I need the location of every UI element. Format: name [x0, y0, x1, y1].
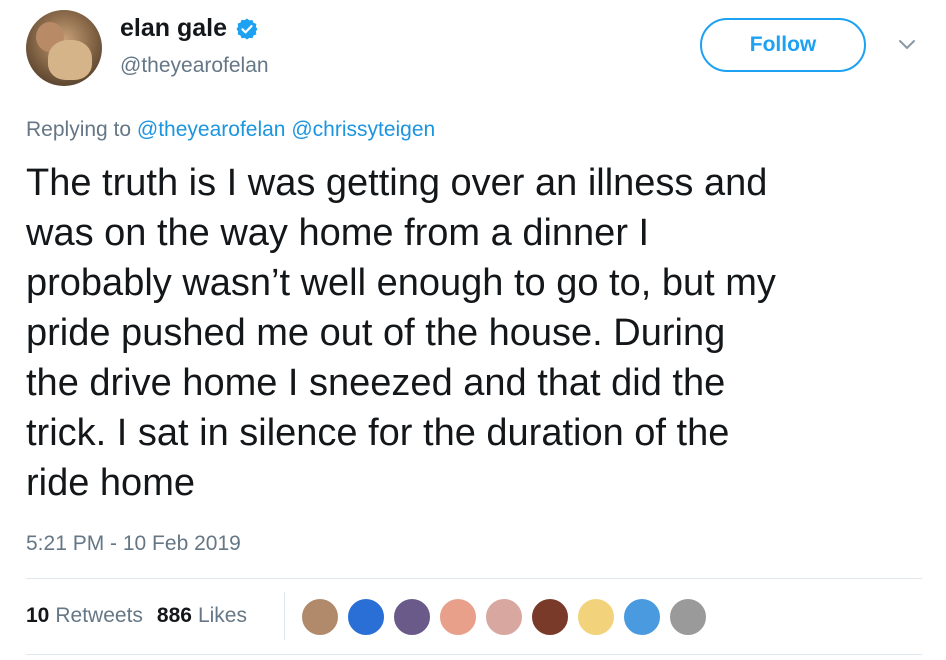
liker-avatar[interactable]: [622, 597, 662, 637]
liker-avatar[interactable]: [346, 597, 386, 637]
liker-avatar[interactable]: [576, 597, 616, 637]
liker-avatar[interactable]: [438, 597, 478, 637]
liker-avatar[interactable]: [392, 597, 432, 637]
display-name[interactable]: elan gale: [120, 14, 227, 43]
liker-avatar[interactable]: [484, 597, 524, 637]
divider: [26, 578, 922, 579]
liker-avatar[interactable]: [530, 597, 570, 637]
retweets-stat[interactable]: 10 Retweets: [26, 604, 143, 628]
user-avatar[interactable]: [26, 10, 102, 86]
retweets-count: 10: [26, 604, 50, 627]
likes-label: Likes: [197, 604, 247, 627]
tweet-stats: 10 Retweets 886 Likes: [26, 604, 261, 628]
user-handle[interactable]: @theyearofelan: [120, 54, 269, 78]
retweets-label: Retweets: [55, 604, 143, 627]
divider: [26, 654, 922, 655]
verified-badge-icon: [236, 18, 258, 39]
replying-prefix: Replying to: [26, 118, 132, 141]
liker-avatar[interactable]: [668, 597, 708, 637]
liker-avatar[interactable]: [300, 597, 340, 637]
follow-button[interactable]: Follow: [700, 18, 866, 72]
avatar-dog: [48, 40, 92, 80]
mention-link[interactable]: @chrissyteigen: [291, 118, 435, 141]
stats-separator: [284, 592, 285, 640]
replying-to: Replying to @theyearofelan @chrissyteige…: [26, 118, 435, 142]
mention-link[interactable]: @theyearofelan: [137, 118, 286, 141]
likes-count: 886: [156, 604, 192, 627]
likes-stat[interactable]: 886 Likes: [157, 604, 247, 628]
chevron-down-icon[interactable]: [897, 38, 917, 52]
tweet-timestamp[interactable]: 5:21 PM - 10 Feb 2019: [26, 532, 241, 556]
name-row: elan gale: [120, 14, 259, 43]
likers-avatars: [300, 597, 714, 637]
tweet-text: The truth is I was getting over an illne…: [26, 162, 776, 504]
